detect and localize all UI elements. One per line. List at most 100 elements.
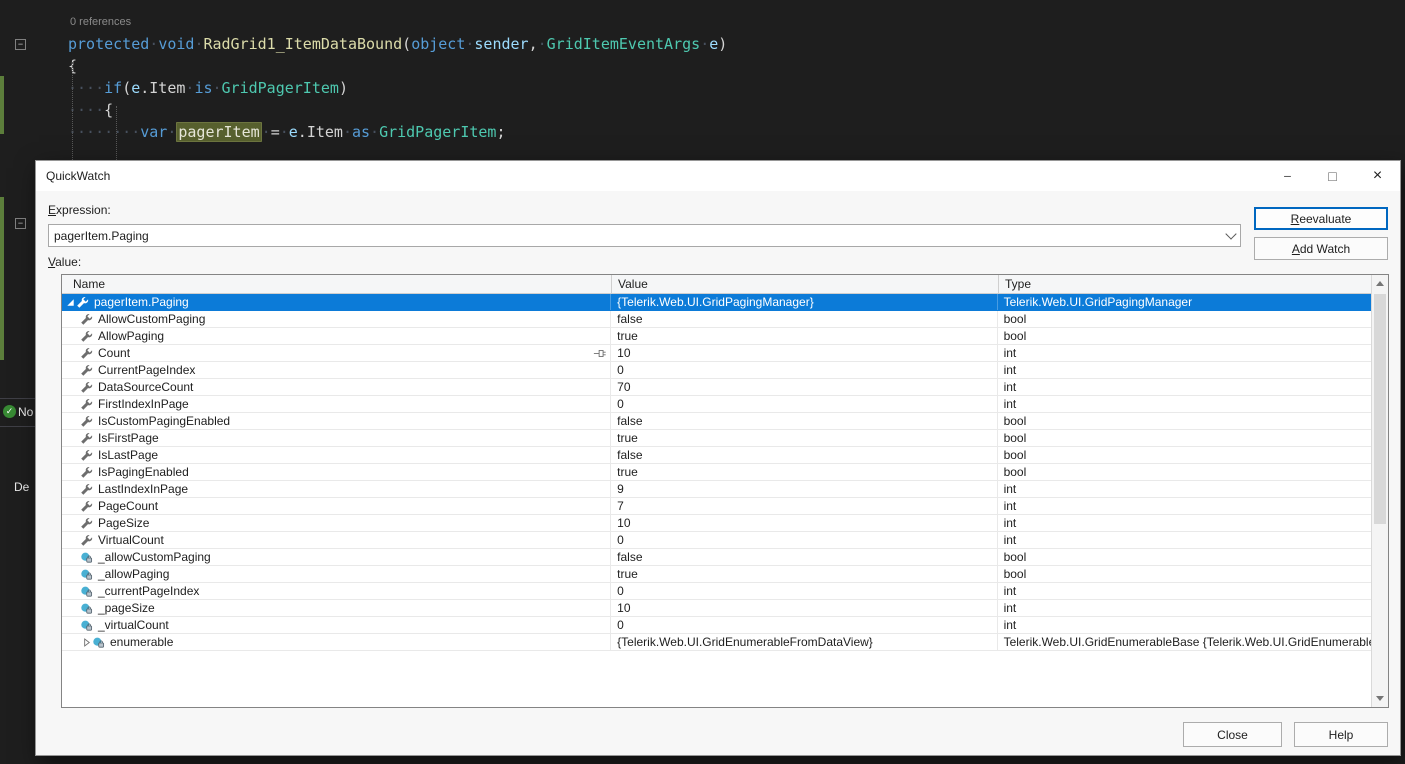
value-cell: {Telerik.Web.UI.GridPagingManager} [611, 294, 997, 310]
reevaluate-button[interactable]: Reevaluate [1254, 207, 1388, 230]
column-header-type[interactable]: Type [999, 275, 1373, 293]
watch-row[interactable]: _allowPaging truebool [62, 566, 1371, 583]
value-cell: true [611, 464, 997, 480]
window-divider [0, 426, 35, 427]
watch-row[interactable]: Count10int [62, 345, 1371, 362]
type-cell: int [998, 515, 1371, 531]
watch-row[interactable]: PageSize10int [62, 515, 1371, 532]
pin-icon[interactable] [593, 347, 607, 361]
name-cell: AllowCustomPaging [62, 311, 611, 327]
debug-window-tab[interactable]: De [14, 480, 29, 494]
type-cell: int [998, 379, 1371, 395]
add-watch-button[interactable]: Add Watch [1254, 237, 1388, 260]
expression-input[interactable] [49, 226, 1222, 245]
quickwatch-dialog: QuickWatch − □ × Expression: Reevaluate … [35, 160, 1401, 756]
property-icon [80, 483, 97, 496]
scrollbar-thumb[interactable] [1374, 294, 1386, 524]
type-cell: int [998, 498, 1371, 514]
close-icon[interactable]: × [1355, 161, 1400, 191]
value-cell: 0 [611, 583, 997, 599]
watch-row[interactable]: pagerItem.Paging{Telerik.Web.UI.GridPagi… [62, 294, 1371, 311]
vs-main-window: 0 references protected·void·RadGrid1_Ite… [0, 0, 1405, 764]
tree-expand-icon[interactable] [80, 637, 92, 648]
value-cell: false [611, 447, 997, 463]
watch-row[interactable]: AllowCustomPagingfalsebool [62, 311, 1371, 328]
watch-row[interactable]: CurrentPageIndex0int [62, 362, 1371, 379]
check-circle-icon: ✓ [3, 405, 16, 418]
close-button[interactable]: Close [1183, 722, 1282, 747]
help-button[interactable]: Help [1294, 722, 1388, 747]
value-cell: 10 [611, 345, 997, 361]
value-label: Value: [48, 255, 81, 269]
value-cell: true [611, 566, 997, 582]
type-cell: int [998, 481, 1371, 497]
scroll-down-icon[interactable] [1372, 690, 1388, 707]
tree-collapse-icon[interactable] [64, 297, 76, 308]
type-cell: int [998, 583, 1371, 599]
watch-row[interactable]: IsFirstPagetruebool [62, 430, 1371, 447]
type-cell: bool [998, 430, 1371, 446]
value-cell: false [611, 413, 997, 429]
type-cell: bool [998, 328, 1371, 344]
indent-guide [116, 106, 117, 160]
property-icon [80, 364, 97, 377]
column-header-value[interactable]: Value [612, 275, 999, 293]
private-field-icon [80, 585, 97, 598]
watch-row[interactable]: IsPagingEnabledtruebool [62, 464, 1371, 481]
dialog-titlebar[interactable]: QuickWatch − □ × [36, 161, 1400, 191]
property-icon [80, 381, 97, 394]
code-lens-references[interactable]: 0 references [70, 16, 131, 28]
property-icon [80, 500, 97, 513]
watch-row[interactable]: _pageSize10int [62, 600, 1371, 617]
property-icon [80, 517, 97, 530]
change-tracking-bar [0, 197, 4, 360]
watch-row[interactable]: DataSourceCount70int [62, 379, 1371, 396]
watch-name: AllowCustomPaging [98, 311, 205, 327]
watch-row[interactable]: AllowPaging truebool [62, 328, 1371, 345]
type-cell: bool [998, 566, 1371, 582]
type-cell: bool [998, 549, 1371, 565]
watch-row[interactable]: IsLastPagefalsebool [62, 447, 1371, 464]
value-cell: 0 [611, 362, 997, 378]
watch-row[interactable]: enumerable{Telerik.Web.UI.GridEnumerable… [62, 634, 1371, 651]
watch-row[interactable]: FirstIndexInPage0int [62, 396, 1371, 413]
name-cell: _currentPageIndex [62, 583, 611, 599]
dropdown-button[interactable] [1222, 225, 1240, 246]
name-cell: _allowPaging [62, 566, 611, 582]
column-header-name[interactable]: Name [62, 275, 612, 293]
property-icon [80, 449, 97, 462]
watch-row[interactable]: IsCustomPagingEnabledfalsebool [62, 413, 1371, 430]
watch-name: Count [98, 345, 130, 361]
watch-row[interactable]: PageCount7int [62, 498, 1371, 515]
watch-row[interactable]: _virtualCount0int [62, 617, 1371, 634]
window-divider [0, 398, 35, 399]
grid-body: pagerItem.Paging{Telerik.Web.UI.GridPagi… [62, 294, 1371, 707]
value-cell: 9 [611, 481, 997, 497]
value-cell: 0 [611, 396, 997, 412]
maximize-icon[interactable]: □ [1310, 161, 1355, 191]
type-cell: bool [998, 464, 1371, 480]
watch-name: AllowPaging [98, 328, 164, 344]
value-cell: 10 [611, 515, 997, 531]
watch-row[interactable]: _currentPageIndex0int [62, 583, 1371, 600]
name-cell: IsFirstPage [62, 430, 611, 446]
property-icon [80, 313, 97, 326]
value-cell: {Telerik.Web.UI.GridEnumerableFromDataVi… [611, 634, 997, 650]
watch-name: _virtualCount [98, 617, 169, 633]
fold-collapse-icon[interactable]: − [15, 39, 26, 50]
fold-collapse-icon[interactable]: − [15, 218, 26, 229]
vertical-scrollbar[interactable] [1371, 275, 1388, 707]
watch-name: _allowPaging [98, 566, 169, 582]
value-cell: true [611, 328, 997, 344]
private-field-icon [80, 568, 97, 581]
watch-row[interactable]: _allowCustomPagingfalsebool [62, 549, 1371, 566]
watch-name: CurrentPageIndex [98, 362, 195, 378]
scroll-up-icon[interactable] [1372, 275, 1388, 292]
watch-row[interactable]: LastIndexInPage9int [62, 481, 1371, 498]
watch-name: IsFirstPage [98, 430, 159, 446]
watch-row[interactable]: VirtualCount0int [62, 532, 1371, 549]
property-icon [80, 415, 97, 428]
minimize-icon[interactable]: − [1265, 161, 1310, 191]
dialog-title: QuickWatch [46, 169, 110, 183]
expression-combobox [48, 224, 1241, 247]
